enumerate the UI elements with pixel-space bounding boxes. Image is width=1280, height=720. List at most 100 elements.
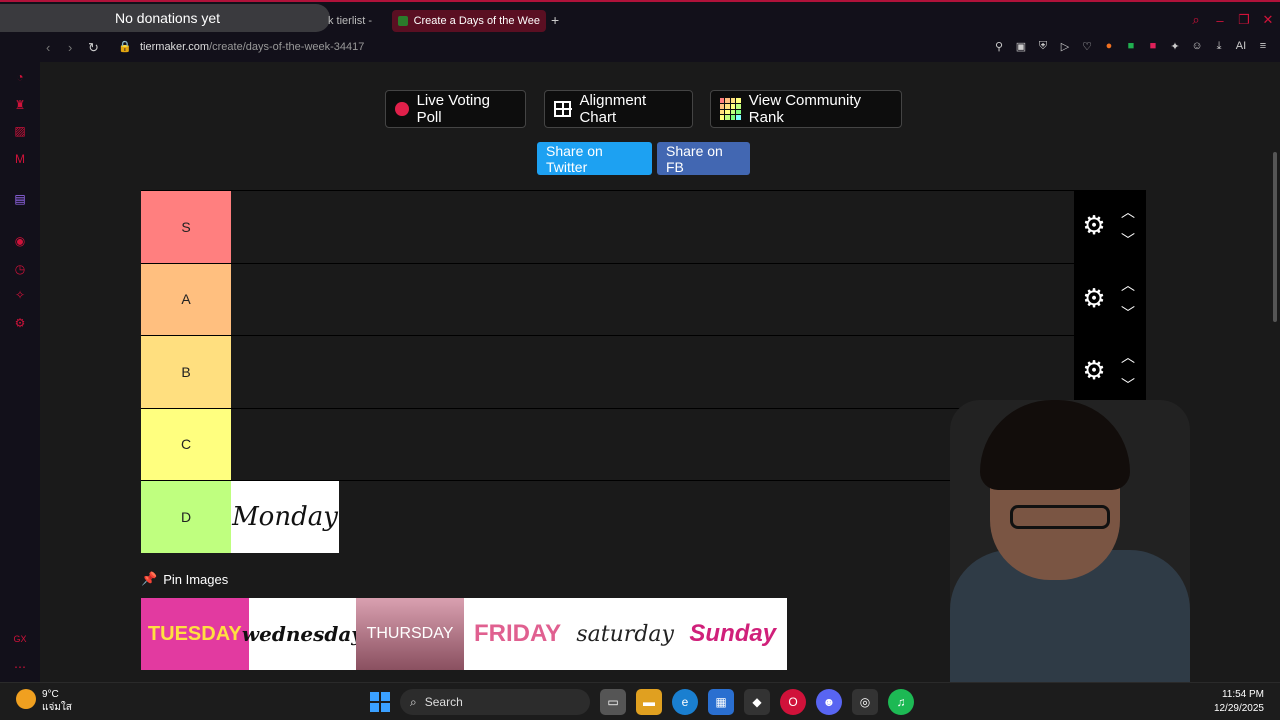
item-tuesday[interactable]: TUESDAY	[141, 598, 249, 670]
move-up-icon[interactable]: ︿	[1119, 205, 1137, 219]
download-icon[interactable]: ⤓	[1212, 40, 1226, 53]
minimize-icon[interactable]: –	[1208, 10, 1232, 30]
item-sunday[interactable]: Sunday	[678, 598, 787, 670]
search-tabs-icon[interactable]: ⌕	[1184, 10, 1208, 30]
move-up-icon[interactable]: ︿	[1119, 350, 1137, 364]
community-rank-button[interactable]: View Community Rank	[710, 90, 902, 128]
tier-label-s[interactable]: S	[141, 191, 231, 263]
shield-icon[interactable]: ⛨	[1036, 40, 1050, 53]
pushpin-icon: 📌	[141, 571, 158, 586]
spotify-icon[interactable]: ♫	[888, 689, 914, 715]
menu-icon[interactable]: ≡	[1256, 40, 1270, 53]
gear-icon[interactable]: ⚙	[1080, 211, 1108, 239]
opera-icon[interactable]: O	[780, 689, 806, 715]
opera-gx-icon[interactable]: ◎	[852, 689, 878, 715]
tier-label-a[interactable]: A	[141, 263, 231, 335]
tier-items-a[interactable]	[231, 263, 1074, 335]
item-monday[interactable]: Monday	[231, 481, 339, 553]
move-down-icon[interactable]: ﹀	[1119, 378, 1137, 392]
clock-date: 12/29/2025	[1213, 703, 1264, 714]
tier-label-c[interactable]: C	[141, 408, 231, 480]
tier-row-s: S ⚙ ︿ ﹀	[141, 190, 1146, 263]
pin-images-label: Pin Images	[163, 571, 229, 587]
forward-icon[interactable]: ›	[68, 40, 72, 55]
clock-time: 11:54 PM	[1221, 689, 1264, 700]
history-icon[interactable]: ◷	[13, 262, 27, 276]
page-scrollbar[interactable]	[1270, 62, 1280, 682]
play-icon[interactable]: ▷	[1058, 40, 1072, 53]
gx-control-icon[interactable]: ▨	[13, 124, 27, 138]
url-field[interactable]: tiermaker.com/create/days-of-the-week-34…	[140, 41, 364, 53]
url-host: tiermaker.com	[140, 41, 210, 53]
tier-label-b[interactable]: B	[141, 336, 231, 408]
share-fb-button[interactable]: Share on FB	[657, 142, 750, 175]
player-icon[interactable]: ◉	[13, 234, 27, 248]
tab-bar: No donations yet k tierlist - Create a D…	[0, 0, 1280, 36]
webcam-glasses	[1010, 505, 1110, 529]
gear-icon[interactable]: ⚙	[1080, 284, 1108, 312]
tab-active[interactable]: Create a Days of the Week	[392, 10, 546, 32]
extensions-sidebar-icon[interactable]: ✧	[13, 288, 27, 302]
community-rank-label: View Community Rank	[748, 92, 862, 126]
windows-start-icon[interactable]	[370, 692, 390, 712]
twitch-icon[interactable]: ▤	[13, 192, 27, 206]
close-icon[interactable]: ✕	[1256, 10, 1280, 30]
tier-items-s[interactable]	[231, 191, 1074, 263]
tier-row-b: B ⚙ ︿ ﹀	[141, 335, 1146, 408]
alignment-chart-button[interactable]: Alignment Chart	[544, 90, 693, 128]
store-icon[interactable]: ▦	[708, 689, 734, 715]
move-down-icon[interactable]: ﹀	[1119, 233, 1137, 247]
item-wednesday[interactable]: wednesday	[242, 598, 363, 670]
speed-dial-icon[interactable]: ◔	[13, 70, 27, 84]
webcam-hair	[980, 400, 1130, 490]
weather-temp: 9°C	[42, 689, 59, 700]
scrollbar-thumb[interactable]	[1273, 152, 1277, 322]
more-icon[interactable]: ⋯	[13, 660, 27, 674]
item-thursday[interactable]: THURSDAY	[356, 598, 464, 670]
snapshot-icon[interactable]: ▣	[1014, 40, 1028, 53]
discord-icon[interactable]: ☻	[816, 689, 842, 715]
app-icon[interactable]: ◆	[744, 689, 770, 715]
weather-icon	[16, 689, 36, 709]
back-icon[interactable]: ‹	[46, 40, 50, 55]
taskbar: 9°C แจ่มใส ⌕ Search ▭ ▬ e ▦ ◆ O ☻ ◎ ♫ 11…	[0, 682, 1280, 720]
heart-icon[interactable]: ♡	[1080, 40, 1094, 53]
weather-widget[interactable]: 9°C แจ่มใส	[16, 689, 72, 715]
gx-logo-icon: GX	[13, 634, 27, 644]
ai-button[interactable]: AI	[1234, 40, 1248, 53]
pin-images-toggle[interactable]: 📌 Pin Images	[141, 571, 228, 587]
item-saturday[interactable]: saturday	[571, 598, 679, 670]
live-voting-button[interactable]: Live Voting Poll	[385, 90, 526, 128]
tier-label-d[interactable]: D	[141, 481, 231, 553]
extension-orange-icon[interactable]: ●	[1102, 40, 1116, 53]
tab-tierlist[interactable]: k tierlist -	[322, 10, 378, 32]
record-icon	[395, 102, 409, 116]
donation-banner: No donations yet	[0, 4, 330, 32]
extensions-icon[interactable]: ✦	[1168, 40, 1182, 53]
extension-green-icon[interactable]: ■	[1124, 40, 1138, 53]
file-explorer-icon[interactable]: ▬	[636, 689, 662, 715]
move-down-icon[interactable]: ﹀	[1119, 306, 1137, 320]
share-twitter-button[interactable]: Share on Twitter	[537, 142, 652, 175]
task-view-icon[interactable]: ▭	[600, 689, 626, 715]
taskbar-search[interactable]: ⌕ Search	[400, 689, 590, 715]
item-friday[interactable]: FRIDAY	[463, 598, 572, 670]
new-tab-icon[interactable]: +	[551, 12, 559, 28]
restore-icon[interactable]: ❐	[1232, 10, 1256, 30]
edge-icon[interactable]: e	[672, 689, 698, 715]
gear-icon[interactable]: ⚙	[1080, 356, 1108, 384]
rank-grid-icon	[720, 98, 741, 120]
profile-icon[interactable]: ☺	[1190, 40, 1204, 53]
extension-red-icon[interactable]: ■	[1146, 40, 1160, 53]
reload-icon[interactable]: ↻	[88, 40, 99, 56]
settings-icon[interactable]: ⚙	[13, 316, 27, 330]
move-up-icon[interactable]: ︿	[1119, 278, 1137, 292]
gx-corner-icon[interactable]: ♜	[13, 98, 27, 112]
pin-icon[interactable]: ⚲	[992, 40, 1006, 53]
tier-items-d[interactable]: Monday	[231, 481, 1074, 553]
taskbar-search-label: Search	[424, 695, 463, 709]
tier-items-b[interactable]	[231, 336, 1074, 408]
taskbar-clock[interactable]: 11:54 PM 12/29/2025	[1214, 688, 1264, 716]
tier-items-c[interactable]	[231, 408, 1074, 480]
messenger-icon[interactable]: M	[13, 152, 27, 166]
